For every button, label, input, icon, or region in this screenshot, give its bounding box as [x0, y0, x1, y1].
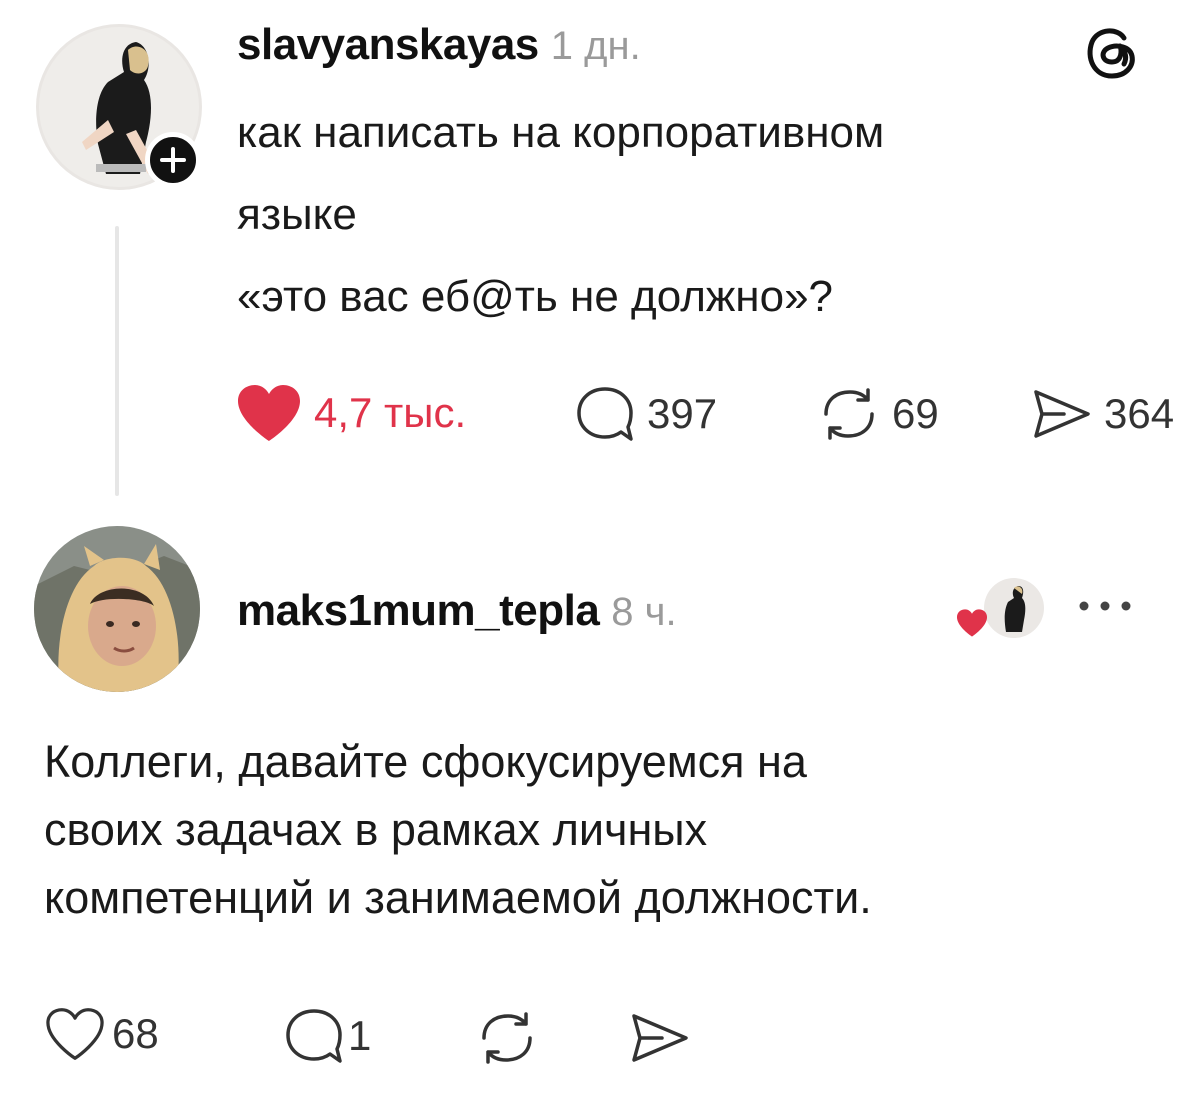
reply-like-button[interactable]: 68	[44, 1006, 159, 1062]
repost-icon	[476, 1010, 538, 1066]
post-reply-count: 397	[647, 390, 718, 437]
author-mini-avatar	[984, 578, 1044, 638]
post-like-button[interactable]: 4,7 тыс.	[236, 383, 466, 443]
heart-outline-icon	[44, 1006, 106, 1062]
post-repost-button[interactable]: 69	[818, 386, 939, 442]
reply-avatar[interactable]	[34, 526, 200, 692]
thread-line	[115, 226, 119, 496]
post-text: как написать на корпоративном языке «это…	[237, 108, 885, 321]
plus-icon	[160, 147, 186, 173]
post-like-count: 4,7 тыс.	[314, 389, 467, 436]
heart-filled-icon	[956, 609, 988, 637]
post-share-count: 364	[1104, 390, 1175, 437]
reply-like-count: 68	[112, 1010, 159, 1057]
post-share-button[interactable]: 364	[1030, 386, 1174, 442]
post-username[interactable]: slavyanskayas	[237, 20, 539, 70]
reply-share-button[interactable]	[628, 1010, 690, 1066]
reply-time: 8 ч.	[611, 590, 677, 634]
post-reply-button[interactable]: 397	[575, 385, 717, 443]
threads-logo-icon[interactable]	[1080, 20, 1142, 82]
more-dots-icon[interactable]	[1074, 596, 1136, 616]
liked-by-author-badge	[956, 578, 1046, 642]
post-repost-count: 69	[892, 390, 939, 437]
reply-username[interactable]: maks1mum_tepla	[237, 586, 600, 636]
reply-reply-count: 1	[348, 1012, 372, 1059]
comment-bubble-icon	[284, 1007, 344, 1065]
follow-button[interactable]	[145, 132, 201, 188]
send-icon	[1030, 386, 1092, 442]
heart-filled-icon	[236, 383, 302, 443]
comment-bubble-icon	[575, 385, 635, 443]
reply-repost-button[interactable]	[476, 1010, 538, 1066]
reply-text: Коллеги, давайте сфокусируемся на своих …	[44, 736, 872, 923]
repost-icon	[818, 386, 880, 442]
reply-reply-button[interactable]: 1	[284, 1007, 371, 1065]
post-time: 1 дн.	[550, 24, 641, 68]
send-icon	[628, 1010, 690, 1066]
